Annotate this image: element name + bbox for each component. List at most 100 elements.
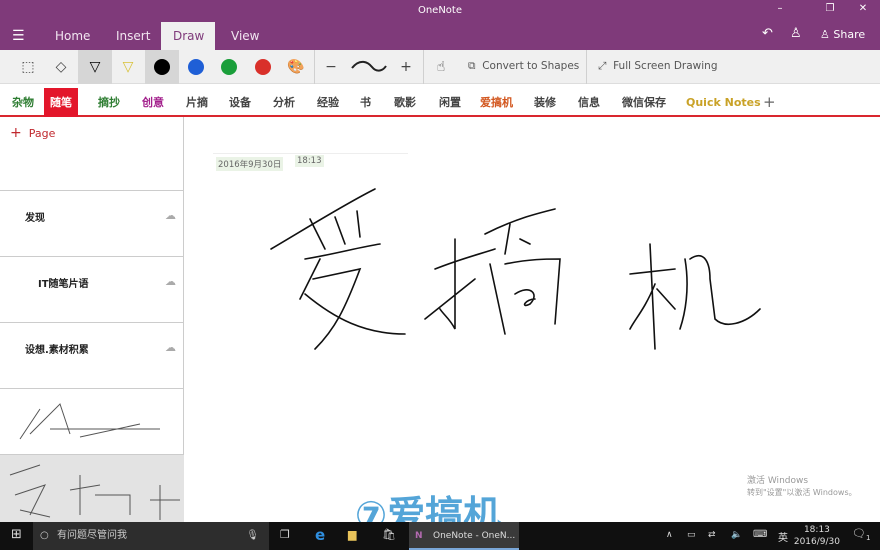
tab-home[interactable]: Home bbox=[43, 22, 102, 50]
store-icon[interactable]: 🛍 bbox=[382, 528, 396, 541]
window-title: OneNote bbox=[417, 5, 463, 16]
activation-line1: 激活 Windows bbox=[747, 476, 809, 486]
section-tab[interactable]: Quick Notes bbox=[680, 88, 767, 117]
clock-date: 2016/9/30 bbox=[793, 537, 840, 547]
palette-icon[interactable]: 🎨 bbox=[279, 50, 313, 84]
page-item-blank[interactable] bbox=[0, 149, 184, 191]
close-button[interactable]: ✕ bbox=[853, 3, 873, 14]
cloud-sync-icon: ☁ bbox=[165, 275, 176, 288]
thinner-button[interactable]: − bbox=[314, 50, 348, 84]
clock[interactable]: 18:13 2016/9/30 bbox=[794, 524, 840, 548]
color-green[interactable] bbox=[212, 50, 246, 84]
keyboard-icon[interactable]: ⌨ bbox=[753, 529, 767, 540]
ime-indicator[interactable]: 英 bbox=[778, 529, 788, 544]
section-tab[interactable]: 闲置 bbox=[433, 88, 467, 117]
ink-thumbnail bbox=[9, 464, 180, 520]
section-tab[interactable]: 微信保存 bbox=[616, 88, 672, 117]
add-page-label: Page bbox=[28, 127, 56, 140]
share-button[interactable]: ♙ Share bbox=[820, 28, 865, 41]
section-tab[interactable]: 书 bbox=[354, 88, 377, 117]
edge-icon[interactable]: e bbox=[315, 526, 325, 544]
cortana-search[interactable]: ○ 有问题尽管问我 🎙 bbox=[33, 522, 269, 550]
taskbar: ⊞ ○ 有问题尽管问我 🎙 ❐ e ▆ 🛍 N OneNote - OneN... ∧… bbox=[0, 522, 880, 550]
minimize-button[interactable]: – bbox=[770, 3, 790, 14]
expand-icon: ⤢ bbox=[598, 60, 607, 72]
activation-watermark: 激活 Windows 转到"设置"以激活 Windows。 bbox=[747, 476, 857, 498]
show-hidden-icons[interactable]: ∧ bbox=[666, 530, 673, 540]
highlighter-icon[interactable]: ▽ bbox=[111, 50, 145, 84]
convert-label: Convert to Shapes bbox=[482, 60, 580, 72]
clock-time: 18:13 bbox=[803, 525, 830, 535]
section-tab[interactable]: 信息 bbox=[572, 88, 606, 117]
page-item[interactable]: IT随笔片语 ☁ bbox=[0, 257, 184, 323]
plus-icon: + bbox=[10, 125, 22, 141]
section-tab[interactable]: 经验 bbox=[311, 88, 345, 117]
section-tabs: 杂物 随笔 摘抄 创意 片摘 设备 分析 经验书歌影 闲置 爱搞机 装修 信息 微信保存 Quick No… bbox=[0, 88, 880, 117]
page-item-selected[interactable] bbox=[0, 455, 184, 522]
page-title: 设想.素材积累 bbox=[25, 345, 89, 356]
tablet-icon[interactable]: ▭ bbox=[687, 530, 696, 540]
stroke-width-icon bbox=[351, 60, 387, 72]
onenote-taskbar-button[interactable]: N OneNote - OneN... bbox=[409, 522, 519, 550]
notification-center-icon[interactable]: 🗨1 bbox=[852, 527, 870, 542]
thicker-button[interactable]: + bbox=[389, 50, 423, 84]
cloud-sync-icon: ☁ bbox=[165, 209, 176, 222]
undo-icon[interactable]: ↶ bbox=[762, 26, 773, 41]
page-title: 发现 bbox=[25, 213, 45, 224]
color-black[interactable] bbox=[145, 50, 179, 84]
search-placeholder: 有问题尽管问我 bbox=[57, 530, 127, 541]
tab-view[interactable]: View bbox=[219, 22, 271, 50]
account-icon[interactable]: ♙ bbox=[790, 26, 802, 41]
restore-button[interactable]: ❐ bbox=[820, 3, 840, 14]
section-tab[interactable]: 设备 bbox=[223, 88, 257, 117]
share-icon: ♙ bbox=[820, 28, 830, 41]
section-tab[interactable]: 杂物 bbox=[6, 88, 40, 117]
volume-icon[interactable]: 🔈 bbox=[731, 530, 742, 540]
handwriting-ink bbox=[270, 188, 761, 350]
eraser-icon[interactable]: ◇ bbox=[44, 50, 78, 84]
color-red[interactable] bbox=[246, 50, 280, 84]
convert-to-shapes-button[interactable]: ⧉ Convert to Shapes bbox=[468, 60, 579, 73]
share-label: Share bbox=[833, 28, 866, 41]
section-tab[interactable]: 装修 bbox=[528, 88, 562, 117]
notification-count: 1 bbox=[865, 534, 871, 543]
tab-draw[interactable]: Draw bbox=[161, 22, 215, 50]
menu-icon[interactable]: ☰ bbox=[12, 28, 25, 44]
page-item[interactable]: 发现 ☁ bbox=[0, 191, 184, 257]
section-tab[interactable]: 爱搞机 bbox=[474, 88, 519, 117]
pen-icon[interactable]: ▽ bbox=[78, 50, 112, 84]
network-icon[interactable]: ⇄ bbox=[708, 530, 716, 540]
page-title: IT随笔片语 bbox=[38, 279, 89, 290]
full-screen-drawing-button[interactable]: ⤢ Full Screen Drawing bbox=[598, 60, 717, 73]
tab-insert[interactable]: Insert bbox=[104, 22, 162, 50]
page-list: + Page 发现 ☁ IT随笔片语 ☁ 设想.素材积累 ☁ bbox=[0, 117, 184, 522]
shapes-icon: ⧉ bbox=[468, 60, 476, 72]
section-tab[interactable]: 歌影 bbox=[388, 88, 422, 117]
section-tab[interactable]: 摘抄 bbox=[92, 88, 126, 117]
onenote-icon: N bbox=[415, 531, 423, 541]
section-tab[interactable]: 随笔 bbox=[44, 88, 78, 117]
cloud-sync-icon: ☁ bbox=[165, 341, 176, 354]
lasso-select-icon[interactable]: ⬚ bbox=[11, 50, 45, 84]
cortana-icon: ○ bbox=[40, 530, 49, 541]
page-item-ink[interactable] bbox=[0, 389, 184, 455]
add-page-button[interactable]: + Page bbox=[10, 125, 55, 141]
title-bar: OneNote – ❐ ✕ ☰ Home Insert Draw View ↶ … bbox=[0, 0, 880, 50]
add-section-button[interactable]: + bbox=[757, 88, 782, 117]
draw-toolbar: ⬚ ◇ ▽ ▽ 🎨 − + ☝ ⧉ Convert to Shapes ⤢ Fu… bbox=[0, 50, 880, 84]
touch-draw-icon[interactable]: ☝ bbox=[424, 50, 458, 84]
activation-line2: 转到"设置"以激活 Windows。 bbox=[747, 488, 857, 497]
start-windows-icon[interactable]: ⊞ bbox=[11, 527, 22, 542]
microphone-icon[interactable]: 🎙 bbox=[246, 522, 259, 550]
app-label: OneNote - OneN... bbox=[433, 531, 516, 541]
note-canvas[interactable]: 2016年9月30日 18:13 ⑦爱搞机 bbox=[185, 119, 880, 537]
fullscreen-label: Full Screen Drawing bbox=[613, 60, 718, 72]
ink-thumbnail bbox=[19, 403, 160, 440]
section-tab[interactable]: 创意 bbox=[136, 88, 170, 117]
section-tab[interactable]: 分析 bbox=[267, 88, 301, 117]
file-explorer-icon[interactable]: ▆ bbox=[348, 528, 356, 541]
color-blue[interactable] bbox=[179, 50, 213, 84]
section-tab[interactable]: 片摘 bbox=[180, 88, 214, 117]
page-item[interactable]: 设想.素材积累 ☁ bbox=[0, 323, 184, 389]
task-view-icon[interactable]: ❐ bbox=[280, 528, 290, 541]
